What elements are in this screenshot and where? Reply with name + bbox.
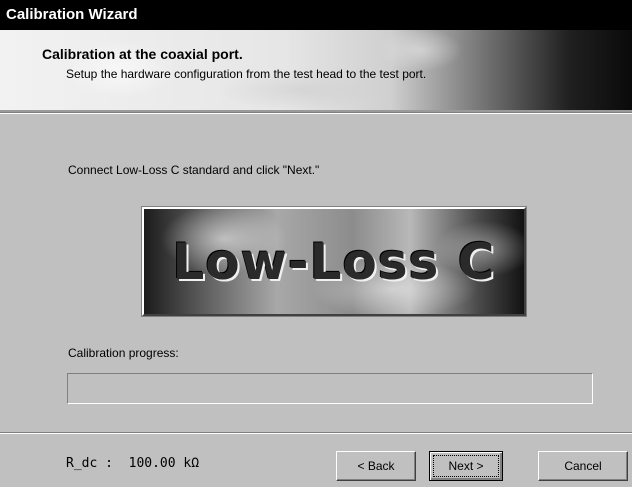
- step-title: Calibration at the coaxial port.: [42, 46, 243, 62]
- window-titlebar[interactable]: Calibration Wizard: [0, 0, 632, 30]
- footer-divider: [0, 432, 632, 434]
- instruction-text: Connect Low-Loss C standard and click "N…: [68, 163, 320, 177]
- cancel-button[interactable]: Cancel: [538, 451, 628, 481]
- wizard-header: Calibration at the coaxial port. Setup t…: [0, 30, 632, 112]
- window-title: Calibration Wizard: [6, 6, 138, 23]
- back-button[interactable]: < Back: [336, 451, 416, 481]
- header-divider: [0, 112, 632, 114]
- calibration-progress-bar: [67, 373, 593, 404]
- cancel-button-label: Cancel: [564, 459, 602, 473]
- next-button[interactable]: Next >: [429, 451, 503, 481]
- next-button-label: Next >: [433, 455, 499, 477]
- standard-image-label: Low-Loss C: [172, 232, 496, 291]
- back-button-label: < Back: [357, 459, 395, 473]
- standard-image: Low-Loss C: [141, 206, 527, 317]
- step-subtitle: Setup the hardware configuration from th…: [66, 67, 427, 81]
- progress-label: Calibration progress:: [68, 346, 179, 360]
- resistance-readout: R_dc : 100.00 kΩ: [66, 456, 200, 471]
